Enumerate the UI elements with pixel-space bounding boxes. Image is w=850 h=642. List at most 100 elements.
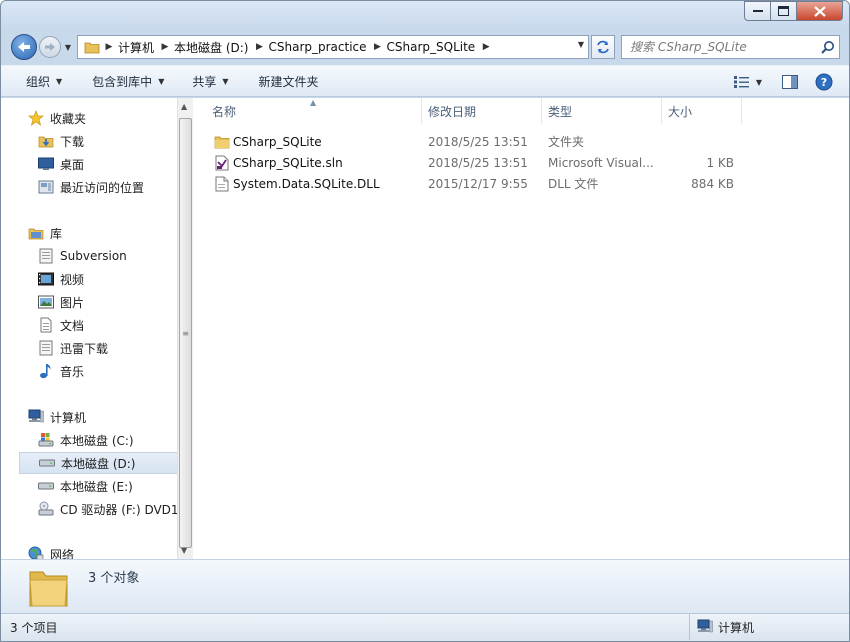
- hard-drive-icon: [38, 454, 56, 472]
- address-row: ▼ ▶ 计算机 ▶ 本地磁盘 (D:) ▶ CSharp_practice ▶ …: [1, 31, 849, 63]
- breadcrumb-csharp-practice[interactable]: CSharp_practice: [266, 40, 370, 54]
- file-type: Microsoft Visual...: [548, 155, 654, 170]
- svg-text:?: ?: [821, 76, 827, 89]
- maximize-button[interactable]: [771, 1, 797, 21]
- preview-pane-icon: [782, 75, 798, 89]
- video-library-icon: [37, 270, 55, 288]
- share-label: 共享: [192, 74, 217, 89]
- file-row[interactable]: CSharp_SQLite.sln 2018/5/25 13:51 Micros…: [194, 152, 849, 173]
- minimize-button[interactable]: [744, 1, 771, 21]
- nav-group-libraries[interactable]: 库: [27, 223, 62, 243]
- nav-item-thunder-downloads[interactable]: 迅雷下载: [37, 337, 108, 359]
- nav-item-drive-d[interactable]: 本地磁盘 (D:): [19, 452, 177, 474]
- scroll-up-icon[interactable]: ▲: [181, 102, 187, 111]
- network-icon: [27, 545, 45, 559]
- new-folder-button[interactable]: 新建文件夹: [250, 69, 328, 93]
- nav-item-music[interactable]: 音乐: [37, 360, 84, 382]
- address-bar[interactable]: ▶ 计算机 ▶ 本地磁盘 (D:) ▶ CSharp_practice ▶ CS…: [77, 35, 589, 59]
- nav-item-desktop[interactable]: 桌面: [37, 153, 84, 175]
- help-button[interactable]: ?: [809, 70, 839, 94]
- file-date: 2015/12/17 9:55: [428, 176, 528, 191]
- minimize-icon: [752, 10, 763, 12]
- view-list-icon: [733, 76, 749, 88]
- libraries-label: 库: [50, 226, 63, 241]
- status-location: 计算机: [689, 614, 754, 640]
- chevron-down-icon: ▼: [158, 76, 165, 86]
- system-drive-icon: [37, 431, 55, 449]
- chevron-right-icon[interactable]: ▶: [102, 42, 116, 52]
- preview-pane-button[interactable]: [775, 70, 805, 94]
- desktop-icon: [37, 155, 55, 173]
- nav-item-drive-c[interactable]: 本地磁盘 (C:): [37, 429, 134, 451]
- status-item-count: 3 个项目: [10, 621, 58, 635]
- column-header-name[interactable]: 名称: [194, 98, 422, 124]
- nav-item-label: Subversion: [60, 249, 127, 263]
- title-bar: [1, 1, 849, 31]
- picture-library-icon: [37, 293, 55, 311]
- nav-item-label: 本地磁盘 (C:): [60, 433, 134, 448]
- help-icon: ?: [815, 73, 833, 91]
- hard-drive-icon: [37, 477, 55, 495]
- chevron-right-icon[interactable]: ▶: [252, 42, 266, 52]
- nav-item-pictures[interactable]: 图片: [37, 291, 84, 313]
- downloads-folder-icon: [37, 132, 55, 150]
- nav-item-downloads[interactable]: 下载: [37, 130, 84, 152]
- library-icon: [27, 224, 45, 242]
- scroll-down-icon[interactable]: ▼: [181, 546, 187, 555]
- nav-group-computer[interactable]: 计算机: [27, 407, 86, 427]
- nav-item-label: 图片: [60, 295, 85, 310]
- breadcrumb-computer[interactable]: 计算机: [116, 39, 158, 56]
- recent-places-icon: [37, 178, 55, 196]
- search-box[interactable]: [621, 35, 840, 59]
- column-header-date[interactable]: 修改日期: [422, 98, 542, 124]
- nav-item-videos[interactable]: 视频: [37, 268, 84, 290]
- chevron-down-icon: ▼: [56, 76, 63, 86]
- nav-item-drive-e[interactable]: 本地磁盘 (E:): [37, 475, 133, 497]
- toolbar-right: ▼ ?: [733, 70, 839, 94]
- file-row[interactable]: CSharp_SQLite 2018/5/25 13:51 文件夹: [194, 131, 849, 152]
- explorer-window: ▼ ▶ 计算机 ▶ 本地磁盘 (D:) ▶ CSharp_practice ▶ …: [0, 0, 850, 642]
- refresh-button[interactable]: [591, 35, 615, 59]
- organize-button[interactable]: 组织 ▼: [17, 69, 71, 93]
- column-header-size[interactable]: 大小: [662, 98, 742, 124]
- forward-button[interactable]: [39, 36, 61, 58]
- nav-item-subversion[interactable]: Subversion: [37, 245, 127, 267]
- address-history-dropdown[interactable]: ▼: [578, 40, 584, 49]
- computer-label: 计算机: [50, 410, 87, 425]
- file-size: 884 KB: [691, 176, 734, 191]
- nav-group-favorites[interactable]: 收藏夹: [27, 108, 86, 128]
- file-row[interactable]: System.Data.SQLite.DLL 2015/12/17 9:55 D…: [194, 173, 849, 194]
- nav-item-label: 最近访问的位置: [60, 180, 145, 195]
- nav-group-network[interactable]: 网络: [27, 544, 74, 559]
- document-library-icon: [37, 316, 55, 334]
- folder-icon: [213, 133, 231, 151]
- nav-item-recent-places[interactable]: 最近访问的位置: [37, 176, 144, 198]
- chevron-right-icon[interactable]: ▶: [158, 42, 172, 52]
- change-view-button[interactable]: ▼: [733, 70, 763, 94]
- breadcrumb-csharp-sqlite[interactable]: CSharp_SQLite: [385, 40, 480, 54]
- command-toolbar: 组织 ▼ 包含到库中 ▼ 共享 ▼ 新建文件夹 ▼ ?: [1, 65, 849, 97]
- status-bar: 3 个项目 计算机: [1, 613, 849, 641]
- computer-icon: [27, 408, 45, 426]
- nav-pane-scrollbar[interactable]: ▲ ≡ ▼: [177, 98, 193, 559]
- subversion-library-icon: [37, 247, 55, 265]
- chevron-right-icon[interactable]: ▶: [479, 42, 493, 52]
- file-type: DLL 文件: [548, 177, 599, 191]
- breadcrumb-drive-d[interactable]: 本地磁盘 (D:): [172, 39, 252, 56]
- recent-pages-dropdown[interactable]: ▼: [63, 41, 73, 53]
- refresh-icon: [597, 40, 609, 54]
- new-folder-label: 新建文件夹: [258, 74, 319, 89]
- close-button[interactable]: [797, 1, 843, 21]
- scrollbar-thumb[interactable]: ≡: [179, 118, 192, 548]
- search-input[interactable]: [630, 40, 820, 54]
- nav-item-label: 迅雷下载: [60, 341, 109, 356]
- file-size: 1 KB: [706, 155, 734, 170]
- search-icon[interactable]: [821, 40, 835, 57]
- back-button[interactable]: [11, 34, 37, 60]
- share-button[interactable]: 共享 ▼: [183, 69, 237, 93]
- column-header-type[interactable]: 类型: [542, 98, 662, 124]
- nav-item-documents[interactable]: 文档: [37, 314, 84, 336]
- include-in-library-button[interactable]: 包含到库中 ▼: [83, 69, 173, 93]
- chevron-right-icon[interactable]: ▶: [371, 42, 385, 52]
- nav-item-drive-f[interactable]: CD 驱动器 (F:) DVD1: [37, 498, 177, 520]
